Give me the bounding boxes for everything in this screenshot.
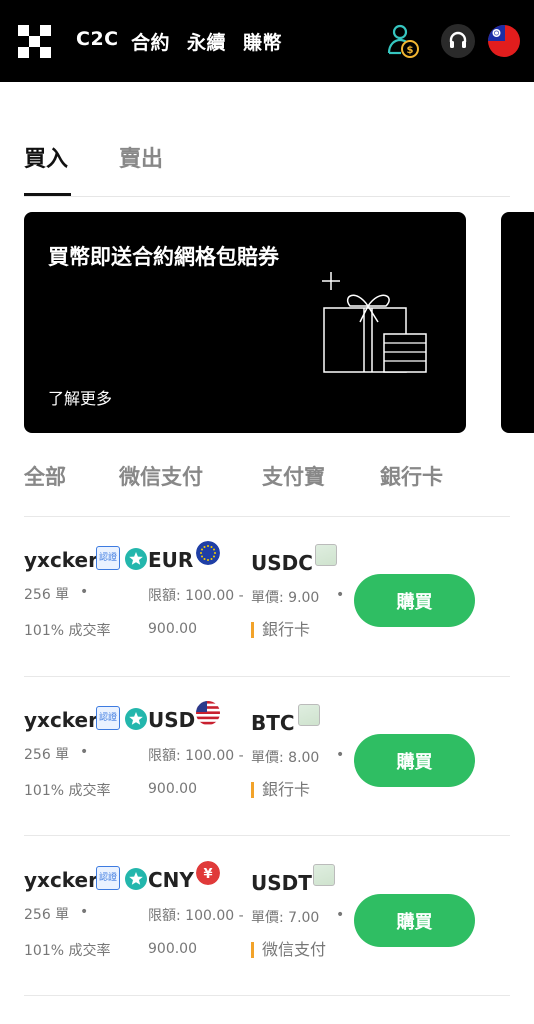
separator-dot: • <box>80 904 89 920</box>
svg-text:¥: ¥ <box>203 867 212 882</box>
list-divider <box>24 516 510 517</box>
svg-text:$: $ <box>407 45 414 56</box>
fiat-currency: EUR <box>148 548 194 572</box>
eu-flag-icon <box>196 541 220 565</box>
top-bar: C2C 合約 永續 賺幣 $ <box>0 0 534 82</box>
tab-buy[interactable]: 買入 <box>24 141 68 173</box>
crypto-asset: USDT <box>251 871 312 895</box>
crypto-image-icon <box>315 544 337 566</box>
nav-contract[interactable]: 合約 <box>131 28 170 55</box>
separator-dot: • <box>336 587 345 603</box>
separator-dot: • <box>336 907 345 923</box>
filter-wechat-pay[interactable]: 微信支付 <box>119 461 203 491</box>
gift-icon <box>322 272 427 373</box>
merchant-name[interactable]: yxcker <box>24 548 98 572</box>
limit-max: 900.00 <box>148 781 197 797</box>
support-icon[interactable] <box>441 24 475 58</box>
list-divider <box>24 676 510 677</box>
payment-method: 銀行卡 <box>251 622 310 638</box>
limit-max: 900.00 <box>148 621 197 637</box>
star-badge-icon <box>125 868 147 890</box>
next-banner-peek[interactable] <box>501 212 534 433</box>
unit-price: 單價: 9.00 <box>251 590 320 606</box>
yen-icon: ¥ <box>196 861 220 885</box>
verified-badge-icon: 認證 <box>96 866 120 890</box>
completion-rate: 101% 成交率 <box>24 623 111 639</box>
limit-range: 限額: 100.00 - <box>148 588 244 604</box>
nav-perpetual[interactable]: 永續 <box>187 28 226 55</box>
payment-method: 微信支付 <box>251 942 326 958</box>
star-badge-icon <box>125 548 147 570</box>
verified-badge-icon: 認證 <box>96 546 120 570</box>
tab-sell[interactable]: 賣出 <box>119 141 163 173</box>
merchant-name[interactable]: yxcker <box>24 868 98 892</box>
unit-price: 單價: 7.00 <box>251 910 320 926</box>
verified-badge-icon: 認證 <box>96 706 120 730</box>
taiwan-flag-icon[interactable] <box>488 25 520 57</box>
order-count: 256 單 <box>24 587 70 603</box>
separator-dot: • <box>80 584 89 600</box>
user-coin-icon[interactable]: $ <box>386 23 420 59</box>
order-count: 256 單 <box>24 907 70 923</box>
limit-range: 限額: 100.00 - <box>148 748 244 764</box>
list-divider <box>24 835 510 836</box>
tab-divider <box>24 196 510 197</box>
promo-banner[interactable]: 買幣即送合約網格包賠券 了解更多 <box>24 212 466 433</box>
crypto-image-icon <box>298 704 320 726</box>
fiat-currency: USD <box>148 708 196 732</box>
separator-dot: • <box>336 747 345 763</box>
banner-title: 買幣即送合約網格包賠券 <box>48 245 279 269</box>
banner-learn-more-link[interactable]: 了解更多 <box>48 385 112 409</box>
completion-rate: 101% 成交率 <box>24 943 111 959</box>
order-count: 256 單 <box>24 747 70 763</box>
completion-rate: 101% 成交率 <box>24 783 111 799</box>
filter-alipay[interactable]: 支付寶 <box>262 461 325 491</box>
listing-row: yxcker 認證 CNY ¥ USDT 256 單 • 限額: 100.00 … <box>0 856 534 1016</box>
star-badge-icon <box>125 708 147 730</box>
nav-earn[interactable]: 賺幣 <box>243 28 282 55</box>
logo-icon[interactable] <box>18 25 51 58</box>
limit-max: 900.00 <box>148 941 197 957</box>
crypto-image-icon <box>313 864 335 886</box>
buy-button[interactable]: 購買 <box>354 734 475 787</box>
listing-row: yxcker 認證 USD BTC 256 單 • 限額: 100.00 - 單… <box>0 696 534 856</box>
unit-price: 單價: 8.00 <box>251 750 320 766</box>
limit-range: 限額: 100.00 - <box>148 908 244 924</box>
crypto-asset: BTC <box>251 711 295 735</box>
buy-button[interactable]: 購買 <box>354 894 475 947</box>
fiat-currency: CNY <box>148 868 194 892</box>
separator-dot: • <box>80 744 89 760</box>
listing-row: yxcker 認證 EUR USDC 256 單 • 限額: 100.00 - … <box>0 536 534 696</box>
filter-bank-card[interactable]: 銀行卡 <box>380 461 443 491</box>
us-flag-icon <box>196 701 220 725</box>
list-divider <box>24 995 510 996</box>
payment-method: 銀行卡 <box>251 782 310 798</box>
buy-button[interactable]: 購買 <box>354 574 475 627</box>
merchant-name[interactable]: yxcker <box>24 708 98 732</box>
filter-all[interactable]: 全部 <box>24 461 66 491</box>
nav-c2c[interactable]: C2C <box>76 28 119 50</box>
crypto-asset: USDC <box>251 551 313 575</box>
